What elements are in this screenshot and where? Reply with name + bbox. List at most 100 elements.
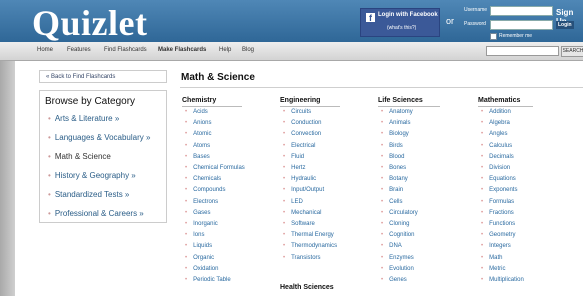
category-languages-vocabulary[interactable]: • Languages & Vocabulary » [48, 133, 150, 142]
search-input[interactable] [486, 46, 559, 56]
subject-link[interactable]: • Transistors [283, 255, 321, 261]
subject-link[interactable]: • Formulas [481, 199, 514, 205]
bullet-icon: • [283, 153, 286, 160]
subject-link[interactable]: • Conduction [283, 120, 321, 126]
search-button[interactable]: SEARCH [561, 46, 583, 57]
subject-link[interactable]: • Hertz [283, 165, 305, 171]
subject-link[interactable]: • Atomic [185, 131, 211, 137]
column-underline [182, 106, 242, 107]
subject-link[interactable]: • Birds [381, 143, 403, 149]
subject-link[interactable]: • Fluid [283, 154, 304, 160]
subject-link[interactable]: • Brain [381, 187, 403, 193]
bullet-icon: • [283, 209, 286, 216]
bullet-icon: • [481, 209, 484, 216]
subject-link[interactable]: • Chemical Formulas [185, 165, 245, 171]
bullet-icon: • [185, 209, 188, 216]
subject-link[interactable]: • Bases [185, 154, 210, 160]
subject-link[interactable]: • Animals [381, 120, 410, 126]
back-to-find-flashcards-link[interactable]: « Back to Find Flashcards [39, 70, 167, 83]
facebook-login-button[interactable]: f Login with Facebook (what's this?) [360, 8, 440, 37]
subject-link[interactable]: • Software [283, 221, 315, 227]
subject-link[interactable]: • Ions [185, 232, 204, 238]
subject-link[interactable]: • Chemicals [185, 176, 221, 182]
username-input[interactable] [490, 6, 553, 16]
category-history-geography[interactable]: • History & Geography » [48, 171, 136, 180]
subject-link[interactable]: • Botany [381, 176, 408, 182]
nav-help[interactable]: Help [219, 47, 231, 53]
subject-link[interactable]: • Electrons [185, 199, 218, 205]
nav-features[interactable]: Features [67, 47, 91, 53]
subject-link[interactable]: • Anions [185, 120, 211, 126]
subject-link[interactable]: • Cloning [381, 221, 409, 227]
subject-link[interactable]: • Integers [481, 243, 511, 249]
subject-link[interactable]: • Multiplication [481, 277, 524, 283]
subject-link[interactable]: • Fractions [481, 210, 514, 216]
nav-home[interactable]: Home [37, 47, 53, 53]
subject-link[interactable]: • LED [283, 199, 303, 205]
bullet-icon: • [481, 165, 484, 171]
subject-link[interactable]: • Organic [185, 255, 214, 261]
bullet-icon: • [481, 277, 484, 283]
column-heading[interactable]: Engineering [280, 97, 340, 107]
subject-link[interactable]: • Circuits [283, 109, 311, 115]
whats-this-link[interactable]: (what's this?) [387, 25, 416, 31]
login-button[interactable]: Login [556, 21, 574, 29]
nav-blog[interactable]: Blog [242, 47, 254, 53]
column-heading[interactable]: Chemistry [182, 97, 242, 107]
subject-link[interactable]: • Oxidation [185, 266, 218, 272]
subject-link[interactable]: • Biology [381, 131, 409, 137]
subject-link[interactable]: • Gases [185, 210, 210, 216]
bullet-icon: • [283, 176, 286, 183]
subject-link[interactable]: • Decimals [481, 154, 514, 160]
subject-link[interactable]: • Addition [481, 109, 511, 115]
subject-link[interactable]: • Acids [185, 109, 208, 115]
subject-link[interactable]: • Cognition [381, 232, 414, 238]
category-professional-careers[interactable]: • Professional & Careers » [48, 209, 144, 218]
subject-link[interactable]: • Input/Output [283, 187, 324, 193]
bullet-icon: • [381, 165, 384, 171]
category-standardized-tests[interactable]: • Standardized Tests » [48, 190, 129, 199]
subject-link[interactable]: • Division [481, 165, 510, 171]
nav-find-flashcards[interactable]: Find Flashcards [104, 47, 147, 53]
subject-link[interactable]: • Anatomy [381, 109, 413, 115]
subject-link[interactable]: • Hydraulic [283, 176, 316, 182]
subject-link[interactable]: • Equations [481, 176, 516, 182]
subject-link[interactable]: • Periodic Table [185, 277, 231, 283]
column-heading-health-sciences[interactable]: Health Sciences [280, 284, 334, 291]
subject-link[interactable]: • Atoms [185, 143, 210, 149]
subject-link[interactable]: • Metric [481, 266, 505, 272]
subject-link[interactable]: • Cells [381, 199, 402, 205]
subject-link[interactable]: • Thermal Energy [283, 232, 334, 238]
password-input[interactable] [490, 20, 553, 30]
subject-link[interactable]: • Blood [381, 154, 404, 160]
bullet-icon: • [185, 254, 188, 261]
subject-link[interactable]: • Functions [481, 221, 515, 227]
bullet-icon: • [381, 120, 384, 127]
subject-link[interactable]: • Compounds [185, 187, 225, 193]
subject-link[interactable]: • Circulatory [381, 210, 418, 216]
nav-make-flashcards[interactable]: Make Flashcards [158, 47, 206, 53]
subject-link[interactable]: • Liquids [185, 243, 212, 249]
subject-link[interactable]: • Geometry [481, 232, 515, 238]
subject-link[interactable]: • Calculus [481, 143, 512, 149]
column-heading[interactable]: Mathematics [478, 97, 533, 107]
quizlet-logo[interactable]: Quizlet [32, 2, 147, 44]
subject-link[interactable]: • Mechanical [283, 210, 321, 216]
remember-me-checkbox[interactable] [490, 33, 497, 40]
subject-link[interactable]: • Math [481, 255, 502, 261]
subject-link[interactable]: • Angles [481, 131, 507, 137]
column-heading[interactable]: Life Sciences [378, 97, 440, 107]
subject-link[interactable]: • Genes [381, 277, 407, 283]
bullet-icon: • [481, 142, 484, 149]
subject-link[interactable]: • Evolution [381, 266, 414, 272]
subject-link[interactable]: • Exponents [481, 187, 517, 193]
subject-link[interactable]: • DNA [381, 243, 402, 249]
subject-link[interactable]: • Algebra [481, 120, 510, 126]
subject-link[interactable]: • Convection [283, 131, 321, 137]
subject-link[interactable]: • Thermodynamics [283, 243, 337, 249]
subject-link[interactable]: • Bones [381, 165, 406, 171]
subject-link[interactable]: • Electrical [283, 143, 315, 149]
category-arts-literature[interactable]: • Arts & Literature » [48, 114, 119, 123]
subject-link[interactable]: • Enzymes [381, 255, 414, 261]
subject-link[interactable]: • Inorganic [185, 221, 218, 227]
